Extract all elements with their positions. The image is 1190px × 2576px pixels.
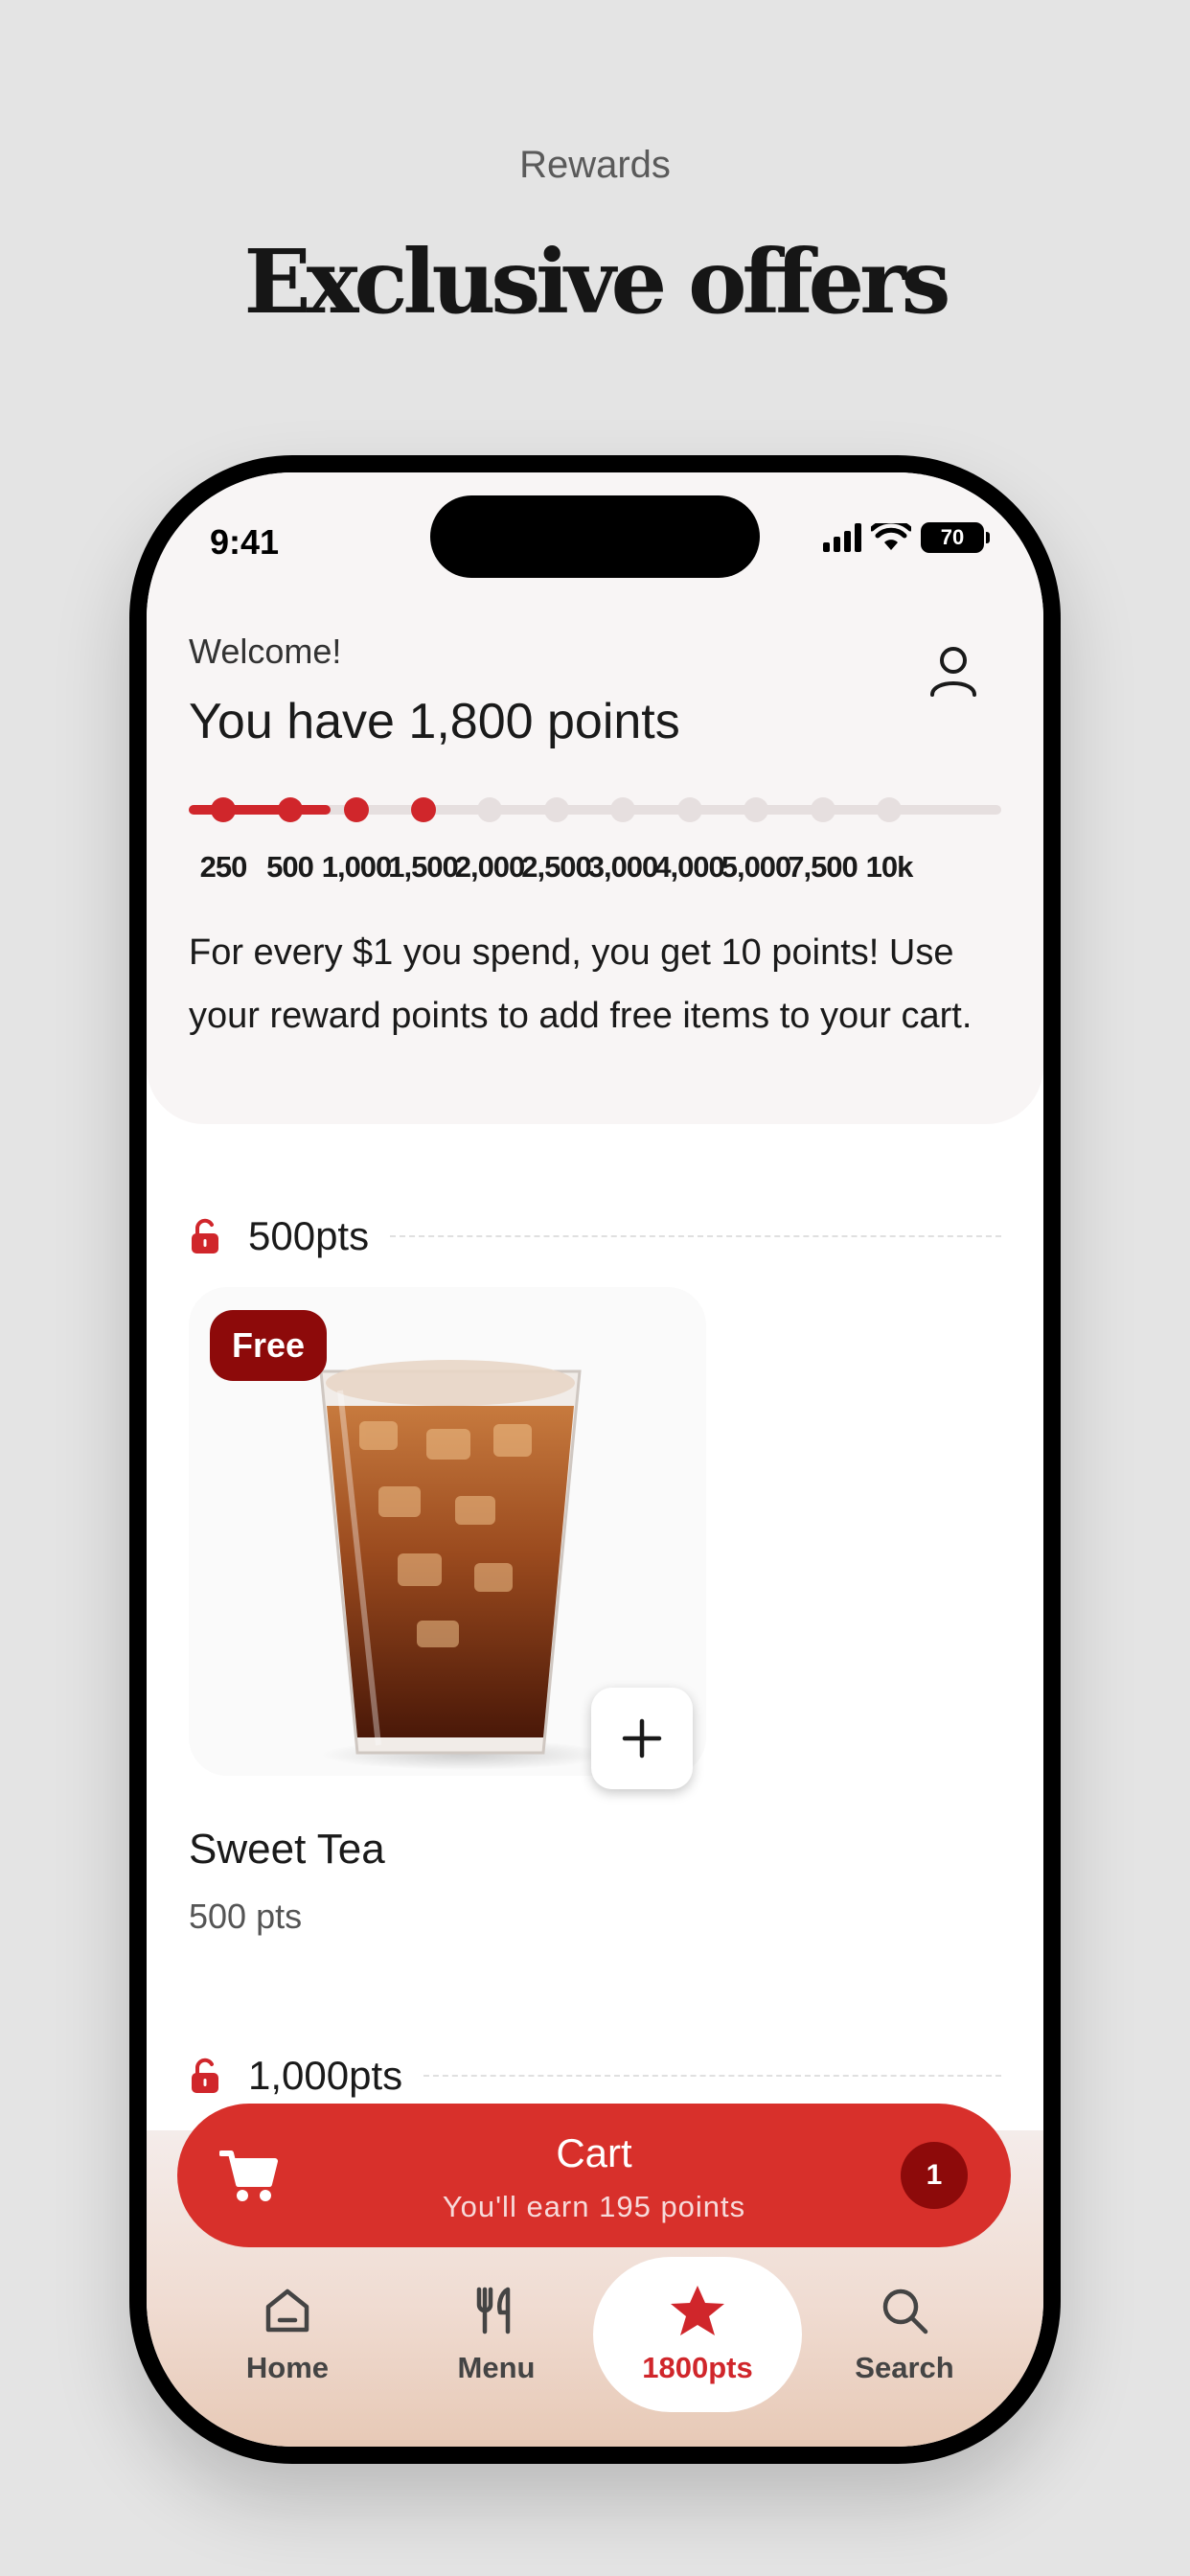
cart-button[interactable]: Cart You'll earn 195 points 1 — [177, 2104, 1011, 2247]
status-icons: 70 — [823, 522, 990, 553]
cart-title: Cart — [556, 2130, 632, 2175]
search-icon — [882, 2288, 928, 2334]
sweet-tea-image — [319, 1360, 599, 1770]
section-header-1000pts: 1,000pts — [189, 2052, 1001, 2100]
plus-icon — [622, 1718, 662, 1759]
milestone-dot — [344, 797, 369, 822]
section-label: 500pts — [248, 1213, 370, 1258]
tab-home[interactable]: Home — [201, 2284, 374, 2385]
milestone-dot — [477, 797, 502, 822]
tab-rewards[interactable]: 1800pts — [611, 2284, 784, 2385]
milestone-dot — [277, 797, 303, 822]
tab-label: 1800pts — [642, 2351, 753, 2384]
wifi-icon — [871, 523, 911, 550]
cart-count-badge: 1 — [901, 2142, 968, 2209]
section-header-500pts: 500pts — [189, 1212, 1001, 1260]
tab-label: Menu — [457, 2351, 536, 2384]
milestone-dot — [744, 797, 768, 822]
milestone-label: 1,000 — [321, 850, 393, 884]
section-label: 1,000pts — [248, 2053, 403, 2098]
unlocked-lock-icon — [192, 1218, 218, 1254]
phone-frame: 9:41 70 Welcome! You have 1,800 points 2… — [129, 455, 1061, 2464]
milestone-label: 2,500 — [521, 850, 592, 884]
add-to-cart-button[interactable] — [591, 1688, 693, 1789]
points-headline: You have 1,800 points — [189, 694, 680, 749]
welcome-text: Welcome! — [189, 632, 342, 671]
milestone-dot — [410, 797, 436, 822]
milestone-label: 2,000 — [454, 850, 526, 884]
milestone-label: 3,000 — [587, 850, 659, 884]
tab-label: Search — [855, 2351, 954, 2384]
rewards-info-text: For every $1 you spend, you get 10 point… — [189, 932, 973, 1036]
milestone-label: 500 — [266, 850, 314, 884]
cellular-signal-icon — [823, 523, 861, 552]
milestone-label: 250 — [199, 850, 248, 884]
fork-knife-icon — [476, 2287, 511, 2334]
milestone-dot — [676, 797, 702, 822]
tab-label: Home — [245, 2351, 330, 2384]
unlocked-lock-icon — [192, 2058, 218, 2093]
cart-subtitle: You'll earn 195 points — [442, 2190, 746, 2223]
milestone-label: 5,000 — [721, 850, 792, 884]
milestone-dot — [543, 797, 569, 822]
phone-screen: 9:41 70 Welcome! You have 1,800 points 2… — [147, 472, 1043, 2447]
milestone-label: 4,000 — [654, 850, 725, 884]
milestone-dot — [810, 797, 835, 822]
battery-icon: 70 — [921, 522, 990, 553]
milestone-dot — [877, 797, 902, 822]
section-divider — [423, 2075, 1001, 2077]
status-time: 9:41 — [210, 522, 280, 562]
hero-title: Exclusive offers — [243, 230, 951, 334]
star-icon — [671, 2286, 724, 2335]
home-icon — [265, 2288, 309, 2333]
product-name: Sweet Tea — [189, 1826, 385, 1873]
milestone-dot — [211, 797, 236, 822]
milestone-dot — [610, 797, 635, 822]
milestone-label: 7,500 — [788, 850, 858, 884]
tab-search[interactable]: Search — [818, 2284, 991, 2385]
hero-subtitle: Rewards — [519, 144, 671, 186]
tab-menu[interactable]: Menu — [410, 2284, 583, 2385]
free-badge: Free — [210, 1310, 327, 1381]
dynamic-island — [430, 495, 760, 578]
milestone-label: 1,500 — [388, 850, 459, 884]
section-divider — [390, 1235, 1001, 1237]
milestone-label: 10k — [865, 850, 914, 884]
profile-icon[interactable] — [925, 641, 982, 699]
product-points: 500 pts — [189, 1897, 303, 1936]
